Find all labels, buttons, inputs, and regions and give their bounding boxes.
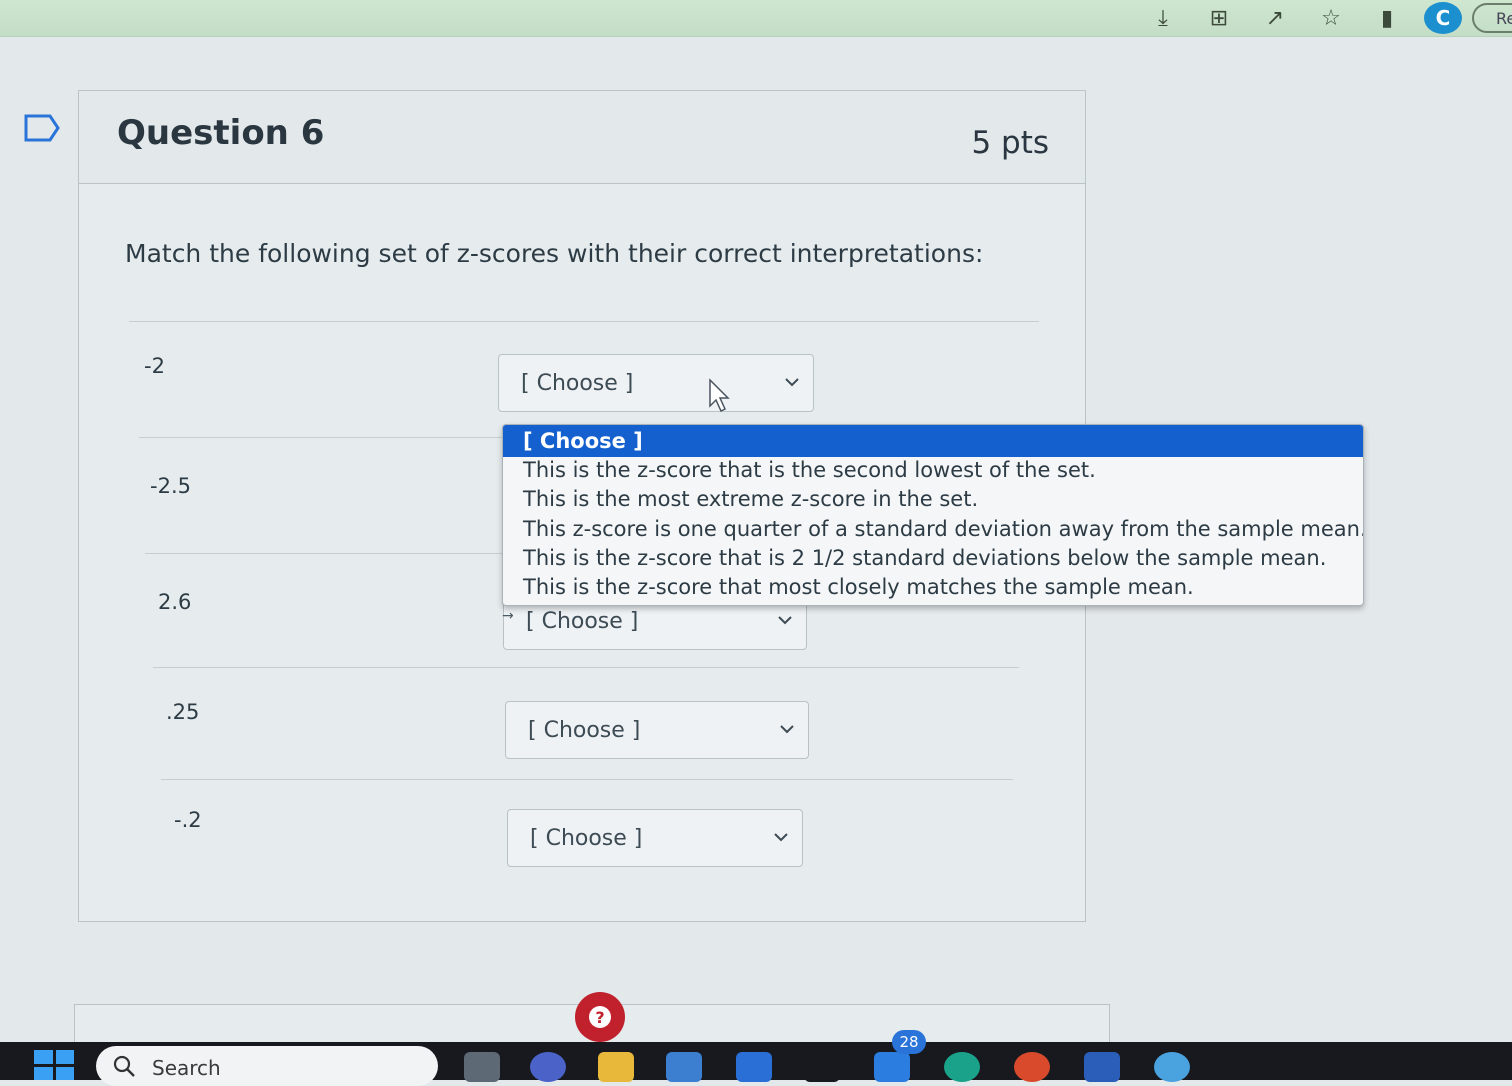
z-score-label: 2.6: [158, 590, 192, 614]
browser-icon[interactable]: [1154, 1052, 1190, 1082]
dropdown-option[interactable]: This is the z-score that most closely ma…: [503, 572, 1363, 602]
store-icon[interactable]: [666, 1052, 702, 1082]
dropdown-option[interactable]: This is the most extreme z-score in the …: [503, 484, 1363, 514]
star-icon[interactable]: ☆: [1316, 6, 1346, 31]
dropdown-option[interactable]: [ Choose ]: [503, 425, 1363, 457]
arrow-icon: →: [502, 608, 514, 624]
profile-avatar[interactable]: C: [1424, 2, 1462, 34]
z-score-label: -2: [144, 354, 165, 378]
answer-select-1[interactable]: [ Choose ]: [498, 354, 814, 412]
question-prompt: Match the following set of z-scores with…: [125, 239, 984, 268]
help-icon: ?: [589, 1006, 611, 1028]
search-label: Search: [152, 1056, 221, 1080]
chevron-down-icon: [774, 833, 788, 842]
file-explorer-icon[interactable]: [598, 1052, 634, 1082]
question-points: 5 pts: [971, 125, 1049, 161]
answer-select-5[interactable]: [ Choose ]: [507, 809, 803, 867]
answer-select-4[interactable]: [ Choose ]: [505, 701, 809, 759]
dropdown-option[interactable]: This is the z-score that is the second l…: [503, 455, 1363, 485]
share-icon[interactable]: ↗: [1260, 6, 1290, 31]
divider: [129, 321, 1039, 322]
divider: [161, 779, 1013, 780]
help-button[interactable]: ?: [575, 992, 625, 1042]
question-title: Question 6: [117, 113, 325, 153]
dropdown-option[interactable]: This is the z-score that is 2 1/2 standa…: [503, 543, 1363, 573]
chevron-down-icon: [778, 616, 792, 625]
question-marker-icon[interactable]: [24, 114, 60, 142]
select-value: [ Choose ]: [528, 718, 641, 743]
download-icon[interactable]: ⤓: [1148, 6, 1178, 31]
browser-toolbar-icons: ⤓ ⊞ ↗ ☆ ▮ C Re: [1122, 0, 1512, 36]
mouse-cursor-icon: [709, 378, 730, 413]
sidebar-icon[interactable]: ▮: [1372, 6, 1402, 31]
chrome-icon[interactable]: [1014, 1052, 1050, 1082]
taskbar-search[interactable]: Search: [96, 1046, 438, 1086]
windows-start-icon[interactable]: [34, 1050, 74, 1080]
edge-icon[interactable]: [944, 1052, 980, 1082]
taskbar: Search 28: [0, 1030, 1512, 1086]
notification-badge: 28: [892, 1030, 926, 1054]
word-icon[interactable]: [1084, 1052, 1120, 1082]
select-value: [ Choose ]: [521, 371, 634, 396]
browser-toolbar: ⤓ ⊞ ↗ ☆ ▮ C Re: [0, 0, 1512, 37]
teams-icon[interactable]: [530, 1052, 566, 1082]
z-score-label: .25: [166, 700, 200, 724]
search-icon: [113, 1055, 135, 1077]
app-icon[interactable]: [804, 1052, 840, 1082]
mail-icon[interactable]: [874, 1052, 910, 1082]
chevron-down-icon: [780, 725, 794, 734]
divider: [153, 667, 1019, 668]
z-score-label: -.2: [174, 808, 202, 832]
chevron-down-icon: [785, 378, 799, 387]
task-view-icon[interactable]: [464, 1052, 500, 1082]
select-value: [ Choose ]: [530, 826, 643, 851]
select-value: [ Choose ]: [526, 609, 639, 634]
question-header: Question 6 5 pts: [79, 91, 1085, 184]
translate-icon[interactable]: ⊞: [1204, 6, 1234, 31]
reload-button[interactable]: Re: [1472, 3, 1512, 33]
z-score-label: -2.5: [150, 474, 191, 498]
dropdown-option[interactable]: This z-score is one quarter of a standar…: [503, 514, 1363, 544]
answer-select-2-listbox[interactable]: [ Choose ] This is the z-score that is t…: [502, 424, 1364, 606]
dropbox-icon[interactable]: [736, 1052, 772, 1082]
